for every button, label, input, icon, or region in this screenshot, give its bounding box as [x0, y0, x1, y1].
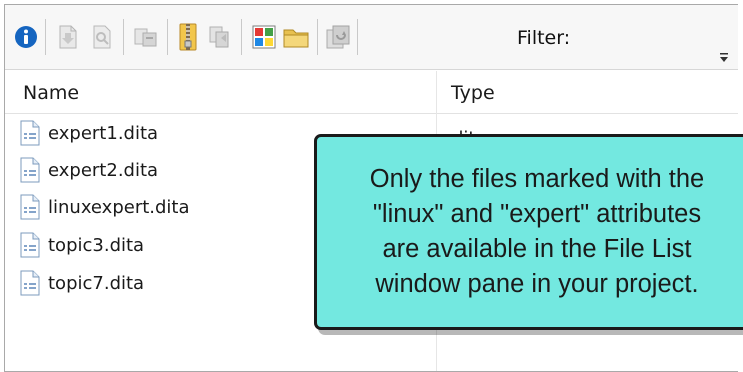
- toolbar-separator: [167, 19, 168, 55]
- callout-box: Only the files marked with the "linux" a…: [314, 134, 743, 330]
- dita-file-icon: [20, 120, 40, 146]
- toolbar: Filter:: [5, 5, 738, 70]
- column-header-row: Name Type: [5, 71, 738, 114]
- toolbar-separator: [241, 19, 242, 55]
- file-name: expert2.dita: [48, 159, 159, 181]
- dita-file-icon: [20, 194, 40, 220]
- column-header-name[interactable]: Name: [23, 82, 79, 104]
- tile-view-icon[interactable]: [249, 22, 279, 52]
- file-name: linuxexpert.dita: [48, 196, 190, 218]
- move-files-icon[interactable]: [205, 22, 235, 52]
- toolbar-separator: [317, 19, 318, 55]
- toolbar-separator: [45, 19, 46, 55]
- info-icon[interactable]: [11, 22, 41, 52]
- check-out-icon[interactable]: [131, 22, 161, 52]
- filter-dropdown-arrow[interactable]: [713, 33, 735, 63]
- dita-file-icon: [20, 232, 40, 258]
- folder-icon[interactable]: [281, 22, 311, 52]
- callout-text: Only the files marked with the "linux" a…: [369, 165, 705, 298]
- dita-file-icon: [20, 270, 40, 296]
- column-header-type[interactable]: Type: [451, 82, 495, 104]
- toolbar-separator: [357, 19, 358, 55]
- chevron-down-icon: [720, 53, 728, 62]
- toolbar-separator: [123, 19, 124, 55]
- refresh-icon[interactable]: [323, 22, 353, 52]
- file-name: expert1.dita: [48, 122, 159, 144]
- preview-icon[interactable]: [87, 22, 117, 52]
- file-name: topic7.dita: [48, 272, 145, 294]
- filter-label: Filter:: [517, 27, 571, 49]
- file-name: topic3.dita: [48, 234, 145, 256]
- open-document-icon[interactable]: [53, 22, 83, 52]
- dita-file-icon: [20, 157, 40, 183]
- zip-archive-icon[interactable]: [173, 22, 203, 52]
